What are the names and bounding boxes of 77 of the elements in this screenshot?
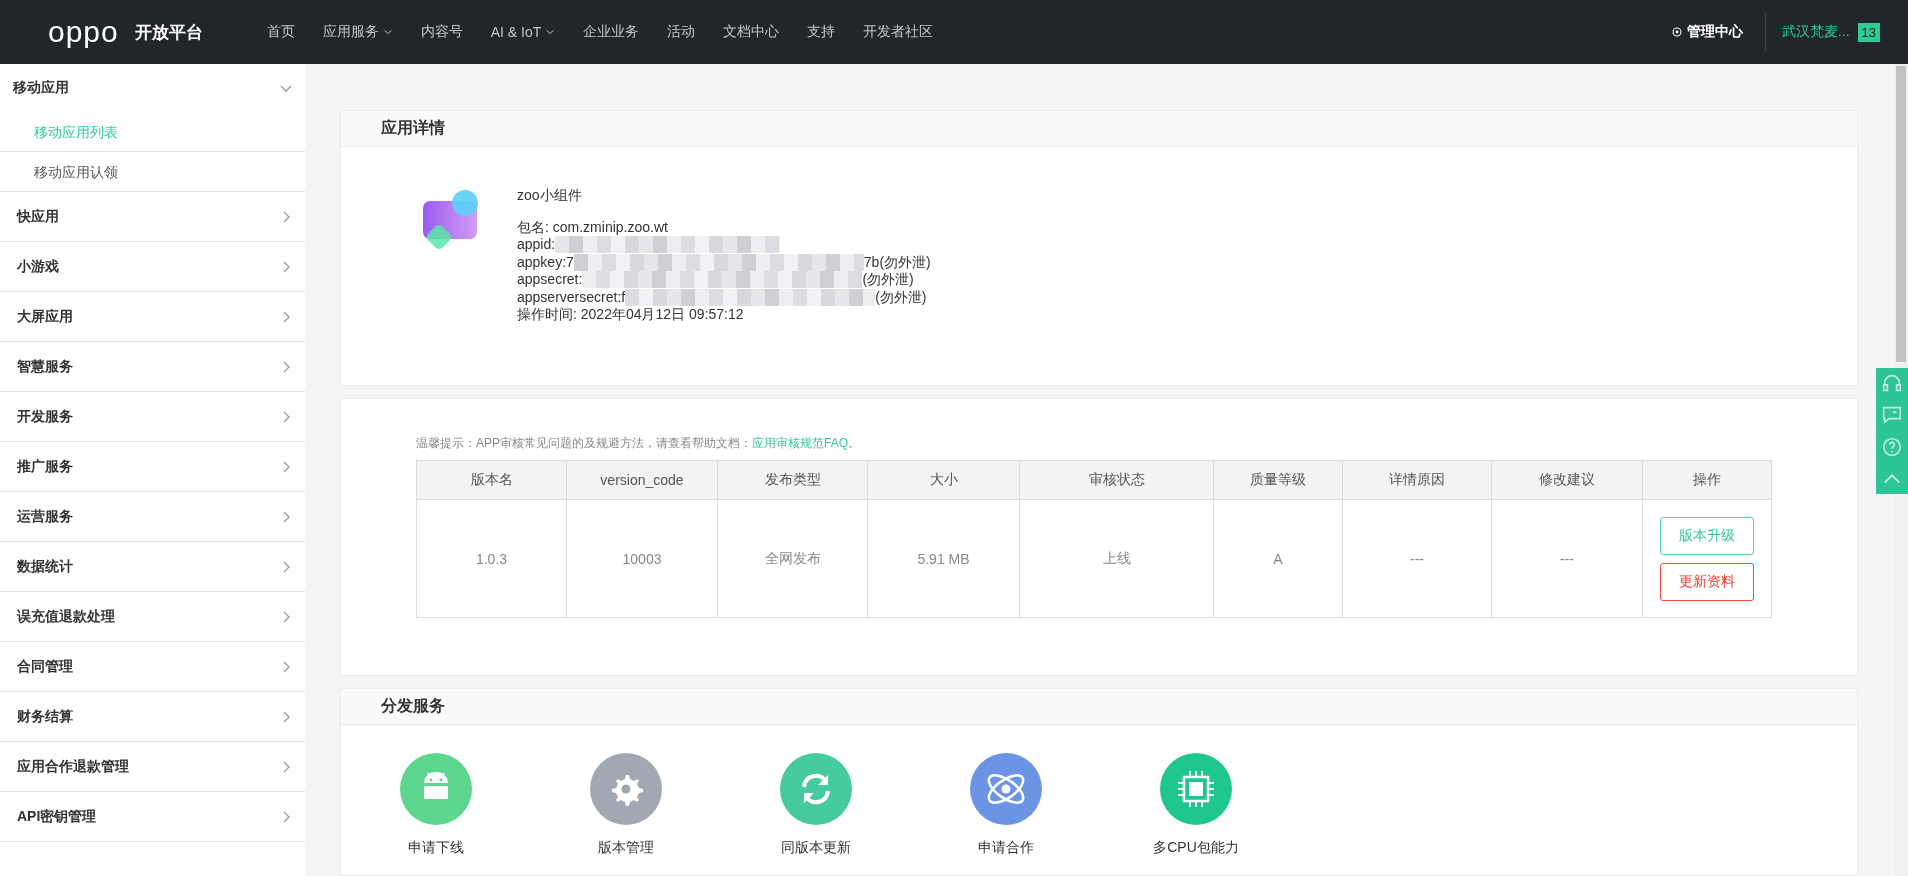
- service-label[interactable]: 多CPU包能力: [1153, 839, 1239, 857]
- column-header: version_code: [566, 460, 718, 500]
- nav-link[interactable]: 应用服务: [308, 23, 407, 41]
- user-name[interactable]: 武汉梵麦...: [1765, 23, 1858, 41]
- count-badge: 13: [1857, 22, 1880, 42]
- service-label[interactable]: 版本管理: [598, 839, 654, 857]
- nav-link[interactable]: 文档中心: [709, 23, 794, 41]
- section-title: 分发服务: [381, 696, 445, 716]
- service-label[interactable]: 申请合作: [978, 839, 1034, 857]
- field-text: appserversecret:f: [517, 288, 626, 306]
- column-header: 详情原因: [1342, 460, 1492, 500]
- sidebar-item[interactable]: 财务结算: [0, 692, 305, 742]
- sidebar-item[interactable]: 合同管理: [0, 642, 305, 692]
- table-cell: 5.91 MB: [867, 499, 1020, 618]
- table-cell: ---: [1342, 499, 1492, 618]
- table-cell: 1.0.3: [416, 499, 567, 618]
- service-label[interactable]: 同版本更新: [781, 839, 851, 857]
- sidebar-item[interactable]: 开发服务: [0, 392, 305, 442]
- nav-link[interactable]: 内容号: [406, 23, 477, 41]
- nav-link[interactable]: 活动: [653, 23, 710, 41]
- column-header: 修改建议: [1491, 460, 1643, 500]
- field-text: 包名: com.zminip.zoo.wt: [517, 218, 668, 236]
- column-header: 大小: [867, 460, 1020, 500]
- headset-icon[interactable]: [1881, 372, 1903, 394]
- field-text: appid:: [517, 236, 556, 254]
- field-text: (勿外泄): [875, 288, 927, 306]
- nav-link[interactable]: 首页: [252, 23, 309, 41]
- refresh-icon[interactable]: [780, 753, 852, 825]
- sidebar-item[interactable]: 应用合作退款管理: [0, 742, 305, 792]
- sidebar-item[interactable]: 运营服务: [0, 492, 305, 542]
- nav-link[interactable]: 支持: [793, 23, 850, 41]
- column-header: 版本名: [416, 460, 567, 500]
- column-header: 质量等级: [1213, 460, 1343, 500]
- sidebar-item[interactable]: 数据统计: [0, 542, 305, 592]
- chip-icon[interactable]: [1160, 753, 1232, 825]
- field-text: appsecret:: [517, 271, 583, 289]
- service-label[interactable]: 申请下线: [408, 839, 464, 857]
- update-button[interactable]: 更新资料: [1660, 562, 1754, 601]
- nav-link[interactable]: 开发者社区: [849, 23, 948, 41]
- android-icon[interactable]: [400, 753, 472, 825]
- logo[interactable]: oppo: [48, 15, 119, 49]
- table-cell: A: [1213, 499, 1343, 618]
- admin-link[interactable]: 管理中心: [1671, 12, 1766, 52]
- nav-link[interactable]: AI & IoT: [476, 23, 570, 41]
- sidebar-item[interactable]: 快应用: [0, 192, 305, 242]
- table-cell: 全网发布: [717, 499, 868, 618]
- sidebar-item[interactable]: 智慧服务: [0, 342, 305, 392]
- sidebar-subitem[interactable]: 移动应用认领: [0, 152, 305, 192]
- column-header: 操作: [1642, 460, 1772, 500]
- gear-icon[interactable]: [590, 753, 662, 825]
- app-name: zoo小组件: [517, 187, 582, 205]
- field-text: appkey:7: [517, 253, 574, 271]
- sidebar-item[interactable]: 大屏应用: [0, 292, 305, 342]
- target-icon: [1671, 27, 1682, 37]
- caret-icon: [382, 27, 393, 37]
- table-cell: 上线: [1019, 499, 1214, 618]
- nav-link[interactable]: 企业业务: [569, 23, 654, 41]
- sidebar-item[interactable]: 小游戏: [0, 242, 305, 292]
- field-text: 操作时间: 2022年04月12日 09:57:12: [517, 306, 744, 324]
- sidebar-item[interactable]: API密钥管理: [0, 792, 305, 842]
- help-icon[interactable]: [1881, 436, 1903, 458]
- scrollbar-thumb[interactable]: [1896, 66, 1906, 362]
- tip-text: 温馨提示：APP审核常见问题的及规避方法，请查看帮助文档：应用审核规范FAQ。: [416, 435, 861, 452]
- table-cell: ---: [1491, 499, 1643, 618]
- table-cell: 10003: [566, 499, 718, 618]
- sidebar-item[interactable]: 移动应用: [0, 64, 305, 112]
- atom-icon[interactable]: [970, 753, 1042, 825]
- column-header: 发布类型: [717, 460, 868, 500]
- platform-title: 开放平台: [134, 21, 203, 44]
- field-text: 7b(勿外泄): [863, 253, 931, 271]
- sidebar-item[interactable]: 误充值退款处理: [0, 592, 305, 642]
- section-title: 应用详情: [381, 118, 445, 138]
- caret-icon: [545, 27, 556, 37]
- message-icon[interactable]: [1881, 404, 1903, 426]
- field-text: (勿外泄): [862, 271, 914, 289]
- column-header: 审核状态: [1019, 460, 1214, 500]
- sidebar-item[interactable]: 推广服务: [0, 442, 305, 492]
